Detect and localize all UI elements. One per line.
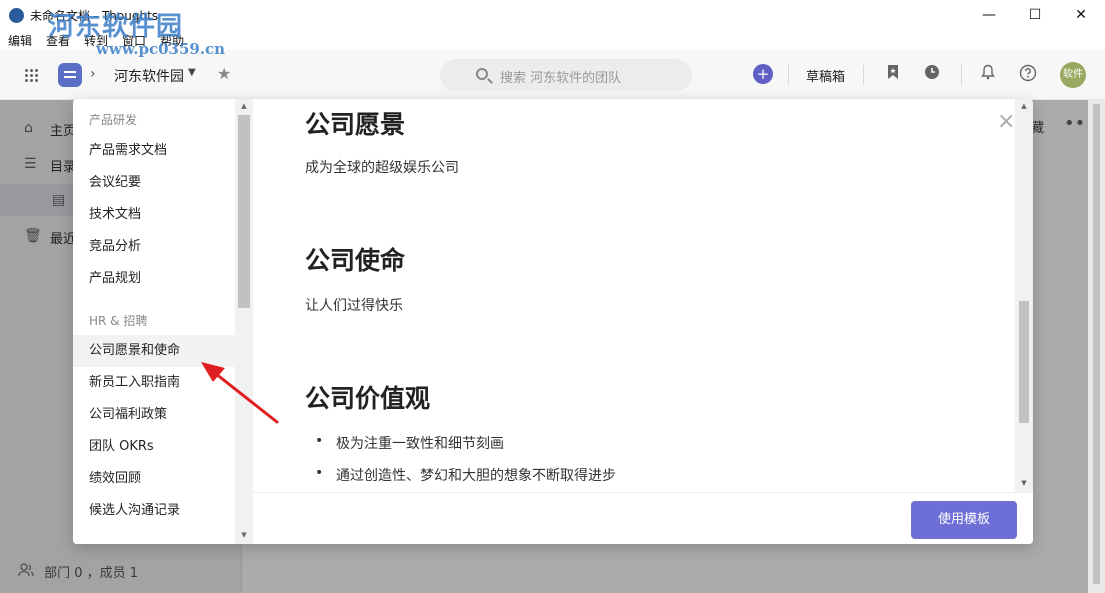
template-item[interactable]: 产品需求文档 [73,135,235,167]
minimize-button[interactable]: — [966,0,1012,30]
group-title: 产品研发 [89,113,138,127]
star-icon[interactable]: ★ [217,64,231,83]
chevron-down-icon[interactable]: ▼ [188,67,196,78]
team-name[interactable]: 河东软件园 [114,66,184,86]
template-list: 产品研发 产品需求文档 会议纪要 技术文档 竞品分析 产品规划 HR & 招聘 … [73,99,253,544]
preview-scrollbar[interactable]: ▲ ▼ [1015,99,1033,492]
template-item[interactable]: 团队 OKRs [73,431,235,463]
template-list-scrollbar[interactable]: ▲ ▼ [235,99,253,544]
scroll-up-icon[interactable]: ▲ [235,102,253,110]
watermark-url: www.pc0359.cn [96,40,226,58]
template-item[interactable]: 绩效回顾 [73,463,235,495]
dialog-footer: 使用模板 [253,492,1033,544]
watermark: 河东软件园 [48,12,184,42]
preview-paragraph: 让人们过得快乐 [305,298,403,314]
scroll-down-icon[interactable]: ▼ [235,531,253,539]
group-title: HR & 招聘 [89,314,148,328]
preview-heading: 公司使命 [305,246,406,275]
close-window-button[interactable]: ✕ [1058,0,1104,30]
maximize-button[interactable]: ☐ [1012,0,1058,30]
apps-grid-icon[interactable] [24,68,38,82]
help-icon[interactable] [1019,64,1037,82]
bookmark-icon[interactable] [884,64,902,82]
bullet-text: 极为注重一致性和细节刻画 [336,436,504,452]
avatar[interactable]: 软件 [1060,62,1086,88]
scrollbar-thumb[interactable] [1019,301,1029,423]
divider [961,65,962,85]
app-logo[interactable] [58,63,82,87]
template-item[interactable]: 竞品分析 [73,231,235,263]
scroll-down-icon[interactable]: ▼ [1015,479,1033,487]
divider [863,65,864,85]
use-template-button[interactable]: 使用模板 [911,501,1017,539]
preview-heading: 公司愿景 [305,110,406,139]
template-item[interactable]: 技术文档 [73,199,235,231]
breadcrumb-separator: › [90,66,96,82]
scrollbar-thumb[interactable] [238,115,250,308]
scrollbar-thumb[interactable] [1093,104,1100,584]
preview-paragraph: 成为全球的超级娱乐公司 [305,160,459,176]
clock-icon[interactable] [923,64,941,82]
template-item[interactable]: 候选人沟通记录 [73,495,235,527]
annotation-arrow-icon [201,362,279,424]
template-preview: 公司愿景 成为全球的超级娱乐公司 公司使命 让人们过得快乐 公司价值观 • 极为… [253,99,1033,492]
scroll-up-icon[interactable]: ▲ [1015,102,1033,110]
close-icon[interactable]: × [997,111,1015,133]
bullet-dot: • [315,465,324,481]
drafts-button[interactable]: 草稿箱 [806,66,845,85]
app-icon [9,8,24,23]
bullet-text: 通过创造性、梦幻和大胆的想象不断取得进步 [336,468,616,484]
bullet-dot: • [315,433,324,449]
menu-edit[interactable]: 编辑 [8,32,32,49]
search-bar[interactable]: 搜索 河东软件的团队 [440,59,692,91]
template-dialog: 产品研发 产品需求文档 会议纪要 技术文档 竞品分析 产品规划 HR & 招聘 … [73,99,1033,544]
template-item[interactable]: 会议纪要 [73,167,235,199]
preview-heading: 公司价值观 [305,384,431,413]
template-item[interactable]: 产品规划 [73,263,235,295]
search-placeholder: 搜索 河东软件的团队 [500,71,622,86]
new-doc-button[interactable]: + [753,64,773,84]
bell-icon[interactable] [979,64,997,82]
search-icon [476,68,488,80]
page-scrollbar[interactable] [1088,100,1105,593]
divider [788,65,789,85]
